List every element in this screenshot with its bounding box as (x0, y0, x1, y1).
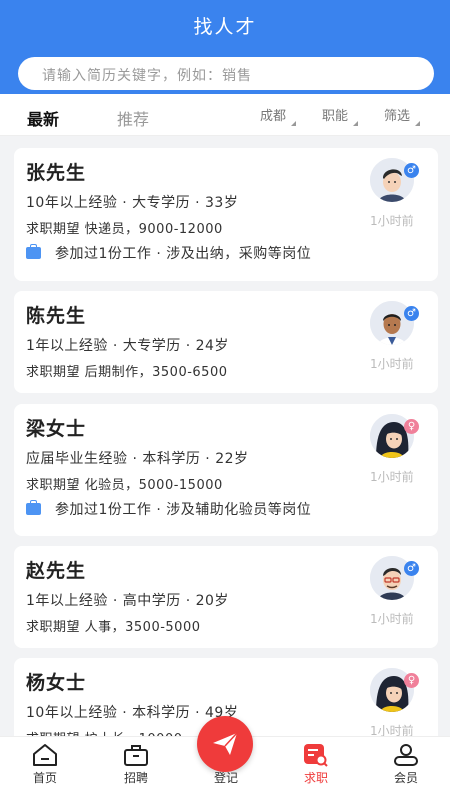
nav-home-label: 首页 (32, 771, 57, 785)
female-icon: ♀ (404, 673, 419, 688)
experience-text: 参加过1份工作 · 涉及辅助化验员等岗位 (55, 502, 312, 518)
briefcase-icon (124, 745, 148, 766)
nav-home[interactable]: 首页 (15, 737, 75, 797)
candidate-card[interactable]: 梁女士 应届毕业生经验 · 本科学历 · 22岁 求职期望 化验员，5000-1… (14, 404, 438, 536)
function-filter[interactable]: 职能 (322, 105, 359, 126)
candidate-info: 应届毕业生经验 · 本科学历 · 22岁 (26, 451, 249, 467)
candidate-info: 1年以上经验 · 大专学历 · 24岁 (26, 338, 229, 354)
user-icon (394, 744, 418, 766)
briefcase-icon (26, 500, 41, 515)
experience-text: 参加过1份工作 · 涉及出纳，采购等岗位 (55, 246, 312, 262)
candidate-experience: 参加过1份工作 · 涉及辅助化验员等岗位 (26, 499, 311, 519)
function-filter-label: 职能 (322, 109, 349, 124)
candidate-info: 10年以上经验 · 本科学历 · 49岁 (26, 705, 239, 721)
candidate-expectation: 求职期望 快递员，9000-12000 (26, 222, 223, 237)
paper-plane-icon (213, 732, 238, 755)
male-icon: ♂ (404, 163, 419, 178)
candidate-info: 10年以上经验 · 大专学历 · 33岁 (26, 195, 239, 211)
search-placeholder: 请输入简历关键字，例如：销售 (42, 68, 252, 84)
register-fab-button[interactable] (197, 716, 253, 772)
page-title: 找人才 (193, 16, 257, 38)
tab-bar: 最新 推荐 成都 职能 筛选 (0, 94, 450, 136)
candidate-name: 梁女士 (26, 418, 87, 440)
city-filter[interactable]: 成都 (260, 105, 297, 126)
candidate-experience: 参加过1份工作 · 涉及出纳，采购等岗位 (26, 243, 311, 263)
tab-latest[interactable]: 最新 (27, 106, 59, 130)
nav-recruit-label: 招聘 (123, 771, 148, 785)
male-icon: ♂ (404, 306, 419, 321)
nav-member-label: 会员 (393, 771, 418, 785)
candidate-card[interactable]: 赵先生 1年以上经验 · 高中学历 · 20岁 求职期望 人事，3500-500… (14, 546, 438, 648)
candidate-name: 赵先生 (26, 560, 87, 582)
candidate-name: 陈先生 (26, 305, 87, 327)
candidate-name: 张先生 (26, 162, 87, 184)
nav-member[interactable]: 会员 (376, 737, 436, 797)
candidate-expectation: 求职期望 人事，3500-5000 (26, 620, 201, 635)
dropdown-triangle-icon (291, 121, 297, 126)
update-time: 1小时前 (370, 470, 414, 484)
more-filter[interactable]: 筛选 (384, 105, 421, 126)
briefcase-icon (26, 244, 41, 259)
home-icon (33, 744, 57, 766)
job-search-icon (304, 744, 328, 767)
candidate-info: 1年以上经验 · 高中学历 · 20岁 (26, 593, 229, 609)
update-time: 1小时前 (370, 214, 414, 228)
dropdown-triangle-icon (353, 121, 359, 126)
nav-recruit[interactable]: 招聘 (106, 737, 166, 797)
update-time: 1小时前 (370, 612, 414, 626)
candidate-expectation: 求职期望 化验员，5000-15000 (26, 478, 223, 493)
more-filter-label: 筛选 (384, 109, 411, 124)
candidate-name: 杨女士 (26, 672, 87, 694)
candidate-expectation: 求职期望 后期制作，3500-6500 (26, 365, 228, 380)
tab-recommended[interactable]: 推荐 (117, 106, 149, 130)
header: 找人才 请输入简历关键字，例如：销售 (0, 0, 450, 94)
city-filter-label: 成都 (260, 109, 287, 124)
search-input[interactable]: 请输入简历关键字，例如：销售 (18, 57, 434, 90)
nav-jobseek[interactable]: 求职 (286, 737, 346, 797)
dropdown-triangle-icon (415, 121, 421, 126)
male-icon: ♂ (404, 561, 419, 576)
candidate-card[interactable]: 陈先生 1年以上经验 · 大专学历 · 24岁 求职期望 后期制作，3500-6… (14, 291, 438, 393)
candidate-card[interactable]: 张先生 10年以上经验 · 大专学历 · 33岁 求职期望 快递员，9000-1… (14, 148, 438, 281)
update-time: 1小时前 (370, 357, 414, 371)
nav-jobseek-label: 求职 (303, 771, 328, 785)
female-icon: ♀ (404, 419, 419, 434)
